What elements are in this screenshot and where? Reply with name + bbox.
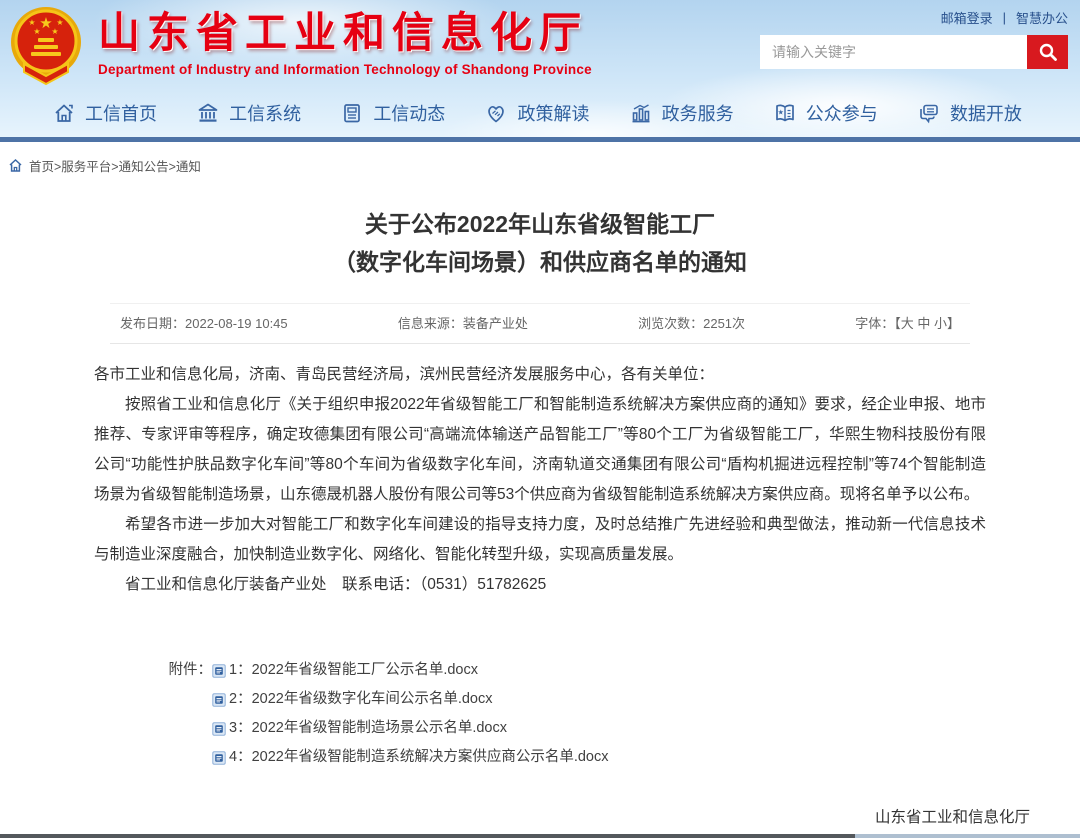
page: ★ ★ ★ ★ ★ 山东省工业和信息化厅 Department of Indus… [0,0,1080,838]
font-size-control: 字体：【大 中 小】 [855,313,960,332]
nav-label: 工信首页 [85,100,157,126]
national-emblem-logo: ★ ★ ★ ★ ★ [8,4,84,88]
smart-office-link[interactable]: 智慧办公 [1016,8,1068,27]
svg-text:★: ★ [777,109,783,117]
attachment-name: 1：2022年省级智能工厂公示名单.docx [229,656,478,685]
attachment-link-2[interactable]: 2：2022年省级数字化车间公示名单.docx [212,685,608,714]
site-header: ★ ★ ★ ★ ★ 山东省工业和信息化厅 Department of Indus… [0,0,1080,142]
main-nav: 工信首页 工信系统 [0,89,1080,137]
doc-file-icon [212,664,226,678]
search-icon [1038,42,1058,62]
doc-file-icon [212,722,226,736]
doc-file-icon [212,751,226,765]
paragraph-main: 按照省工业和信息化厅《关于组织申报2022年省级智能工厂和智能制造系统解决方案供… [94,390,986,510]
nav-label: 工信系统 [229,100,301,126]
nav-item-policy[interactable]: 政策解读 [484,100,589,126]
svg-text:★: ★ [28,18,35,27]
site-title: 山东省工业和信息化厅 [98,8,592,58]
nav-item-system[interactable]: 工信系统 [196,100,301,126]
handshake-icon [484,101,508,125]
attachment-link-4[interactable]: 4：2022年省级智能制造系统解决方案供应商公示名单.docx [212,743,608,772]
paragraph-hope: 希望各市进一步加大对智能工厂和数字化车间建设的指导支持力度，及时总结推广先进经验… [94,510,986,570]
chat-bubbles-icon [917,101,941,125]
font-size-label: 字体： [855,316,894,331]
article-title: 关于公布2022年山东省级智能工厂 （数字化车间场景）和供应商名单的通知 [0,205,1080,281]
article-meta: 发布日期：2022-08-19 10:45 信息来源：装备产业处 浏览次数：22… [110,303,970,344]
attachment-name: 4：2022年省级智能制造系统解决方案供应商公示名单.docx [229,743,608,772]
article-body: 各市工业和信息化局，济南、青岛民营经济局，滨州民营经济发展服务中心，各有关单位：… [94,360,986,600]
bank-icon [196,101,220,125]
nav-label: 政务服务 [662,100,734,126]
publish-date: 发布日期：2022-08-19 10:45 [120,313,288,332]
bottom-scrollbar[interactable] [0,834,1080,838]
nav-label: 公众参与 [806,100,878,126]
nav-item-home[interactable]: 工信首页 [52,100,157,126]
attachments-label: 附件： [94,656,212,772]
attachment-link-1[interactable]: 1：2022年省级智能工厂公示名单.docx [212,656,608,685]
article-title-line2: （数字化车间场景）和供应商名单的通知 [0,243,1080,281]
attachment-name: 3：2022年省级智能制造场景公示名单.docx [229,714,507,743]
signature-org: 山东省工业和信息化厅 [50,802,1030,833]
attachment-name: 2：2022年省级数字化车间公示名单.docx [229,685,492,714]
search-button[interactable] [1027,35,1068,69]
site-subtitle: Department of Industry and Information T… [98,62,592,77]
view-count: 浏览次数：2251次 [638,313,745,332]
breadcrumb: 首页>服务平台>通知公告>通知 [0,142,1080,175]
site-brand: ★ ★ ★ ★ ★ 山东省工业和信息化厅 Department of Indus… [8,4,592,88]
search-bar [760,35,1068,69]
signature-block: 山东省工业和信息化厅 2022年8月19日 [50,802,1030,838]
font-size-options[interactable]: 【大 中 小】 [894,316,960,331]
nav-item-participation[interactable]: ★ 公众参与 [773,100,878,126]
mail-login-link[interactable]: 邮箱登录 [941,8,993,27]
bottom-scrollbar-thumb[interactable] [0,834,855,838]
paragraph-salutation: 各市工业和信息化局，济南、青岛民营经济局，滨州民营经济发展服务中心，各有关单位： [94,360,986,390]
top-utility-links: 邮箱登录 | 智慧办公 [941,8,1068,27]
header-separator-bar [0,137,1080,142]
search-input[interactable] [760,35,1027,69]
breadcrumb-path[interactable]: 首页>服务平台>通知公告>通知 [29,156,201,175]
article-title-line1: 关于公布2022年山东省级智能工厂 [0,205,1080,243]
attachments-section: 附件： 1：2022年省级智能工厂公示名单.docx [94,656,986,772]
book-star-icon: ★ [773,101,797,125]
paragraph-contact: 省工业和信息化厅装备产业处 联系电话：（0531）51782625 [94,570,986,600]
doc-file-icon [212,693,226,707]
nav-item-data[interactable]: 数据开放 [917,100,1022,126]
svg-text:★: ★ [33,27,40,36]
info-source: 信息来源：装备产业处 [398,313,528,332]
nav-item-news[interactable]: 工信动态 [340,100,445,126]
svg-text:★: ★ [56,18,63,27]
nav-label: 政策解读 [517,100,589,126]
attachments-list: 1：2022年省级智能工厂公示名单.docx 2：2022年省级数字化车间公示名… [212,656,608,772]
attachment-link-3[interactable]: 3：2022年省级智能制造场景公示名单.docx [212,714,608,743]
breadcrumb-home-icon [8,158,23,173]
nav-label: 工信动态 [373,100,445,126]
nav-item-service[interactable]: 政务服务 [629,100,734,126]
chart-icon [629,101,653,125]
svg-text:★: ★ [51,27,58,36]
top-links-separator: | [1003,10,1006,25]
nav-label: 数据开放 [950,100,1022,126]
home-icon [52,101,76,125]
news-icon [340,101,364,125]
